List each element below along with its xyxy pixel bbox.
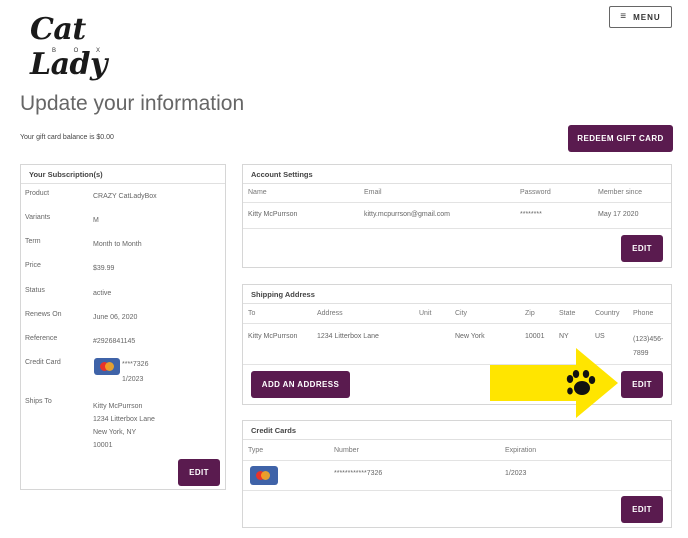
brand-logo[interactable]: Cat Lady B O X xyxy=(30,12,150,82)
account-header-name: Name xyxy=(248,189,267,196)
redeem-gift-card-button[interactable]: REDEEM GIFT CARD xyxy=(568,125,673,152)
account-edit-button[interactable]: EDIT xyxy=(621,235,663,262)
ships-to-city: New York, NY xyxy=(93,429,137,436)
status-value: active xyxy=(93,290,112,297)
divider xyxy=(243,460,671,461)
price-value: $39.99 xyxy=(93,265,115,272)
arrow-pointer-icon xyxy=(490,348,618,418)
account-header-member-since: Member since xyxy=(598,189,642,196)
logo-subtext: B O X xyxy=(52,48,109,54)
account-header-password: Password xyxy=(520,189,551,196)
shipping-phone: (123)456- 7899 xyxy=(633,333,663,361)
price-label: Price xyxy=(25,262,41,269)
credit-card-label: Credit Card xyxy=(25,359,61,366)
reference-value: #2926841145 xyxy=(93,338,136,345)
shipping-state: NY xyxy=(559,333,569,340)
divider xyxy=(243,323,671,324)
hamburger-icon: ≡ xyxy=(620,11,628,22)
status-label: Status xyxy=(25,287,45,294)
gift-card-balance: Your gift card balance is $0.00 xyxy=(20,134,114,141)
page-title: Update your information xyxy=(20,92,245,115)
shipping-city: New York xyxy=(455,333,485,340)
ships-to-street: 1234 Litterbox Lane xyxy=(93,416,155,423)
menu-label: MENU xyxy=(633,12,661,22)
cards-header-number: Number xyxy=(334,447,359,454)
cards-header-expiration: Expiration xyxy=(505,447,537,454)
credit-cards-title: Credit Cards xyxy=(243,421,671,440)
ships-to-zip: 10001 xyxy=(93,442,113,449)
account-password: ******** xyxy=(520,211,542,218)
shipping-address: 1234 Litterbox Lane xyxy=(317,333,379,340)
cards-header-type: Type xyxy=(248,447,264,454)
shipping-header-state: State xyxy=(559,310,576,317)
shipping-header-phone: Phone xyxy=(633,310,654,317)
card-number: ****7326 xyxy=(122,361,149,368)
renews-on-value: June 06, 2020 xyxy=(93,314,138,321)
account-member-since: May 17 2020 xyxy=(598,211,639,218)
term-value: Month to Month xyxy=(93,241,142,248)
logo-text: Cat Lady xyxy=(30,12,107,82)
menu-button[interactable]: ≡ MENU xyxy=(609,6,672,28)
ships-to-name: Kitty McPurrson xyxy=(93,403,143,410)
shipping-to: Kitty McPurrson xyxy=(248,333,298,340)
divider xyxy=(243,490,671,491)
shipping-address-title: Shipping Address xyxy=(243,285,671,304)
shipping-header-country: Country xyxy=(595,310,620,317)
variants-label: Variants xyxy=(25,214,51,221)
reference-label: Reference xyxy=(25,335,58,342)
card-list-number: ************7326 xyxy=(334,470,383,477)
shipping-zip: 10001 xyxy=(525,333,545,340)
ships-to-address: Kitty McPurrson 1234 Litterbox Lane New … xyxy=(93,400,155,452)
shipping-country: US xyxy=(595,333,605,340)
add-address-button[interactable]: ADD AN ADDRESS xyxy=(251,371,350,398)
shipping-header-zip: Zip xyxy=(525,310,535,317)
card-expiry: 1/2023 xyxy=(122,376,144,383)
shipping-edit-button[interactable]: EDIT xyxy=(621,371,663,398)
account-header-email: Email xyxy=(364,189,382,196)
card-list-expiration: 1/2023 xyxy=(505,470,527,477)
shipping-phone-line2: 7899 xyxy=(633,350,649,357)
shipping-header-unit: Unit xyxy=(419,310,432,317)
shipping-header-address: Address xyxy=(317,310,343,317)
subscription-edit-button[interactable]: EDIT xyxy=(178,459,220,486)
renews-on-label: Renews On xyxy=(25,311,62,318)
ships-to-label: Ships To xyxy=(25,398,52,405)
subscription-title: Your Subscription(s) xyxy=(21,165,225,184)
divider xyxy=(243,228,671,229)
mastercard-icon xyxy=(94,358,120,375)
shipping-header-to: To xyxy=(248,310,256,317)
cards-edit-button[interactable]: EDIT xyxy=(621,496,663,523)
shipping-phone-line1: (123)456- xyxy=(633,336,664,343)
account-email: kitty.mcpurrson@gmail.com xyxy=(364,211,450,218)
credit-cards-panel: Credit Cards xyxy=(242,420,672,528)
shipping-header-city: City xyxy=(455,310,468,317)
term-label: Term xyxy=(25,238,41,245)
product-value: CRAZY CatLadyBox xyxy=(93,193,157,200)
divider xyxy=(243,202,671,203)
account-settings-title: Account Settings xyxy=(243,165,671,184)
variants-value: M xyxy=(93,217,99,224)
mastercard-icon xyxy=(250,466,278,485)
account-name: Kitty McPurrson xyxy=(248,211,298,218)
product-label: Product xyxy=(25,190,50,197)
